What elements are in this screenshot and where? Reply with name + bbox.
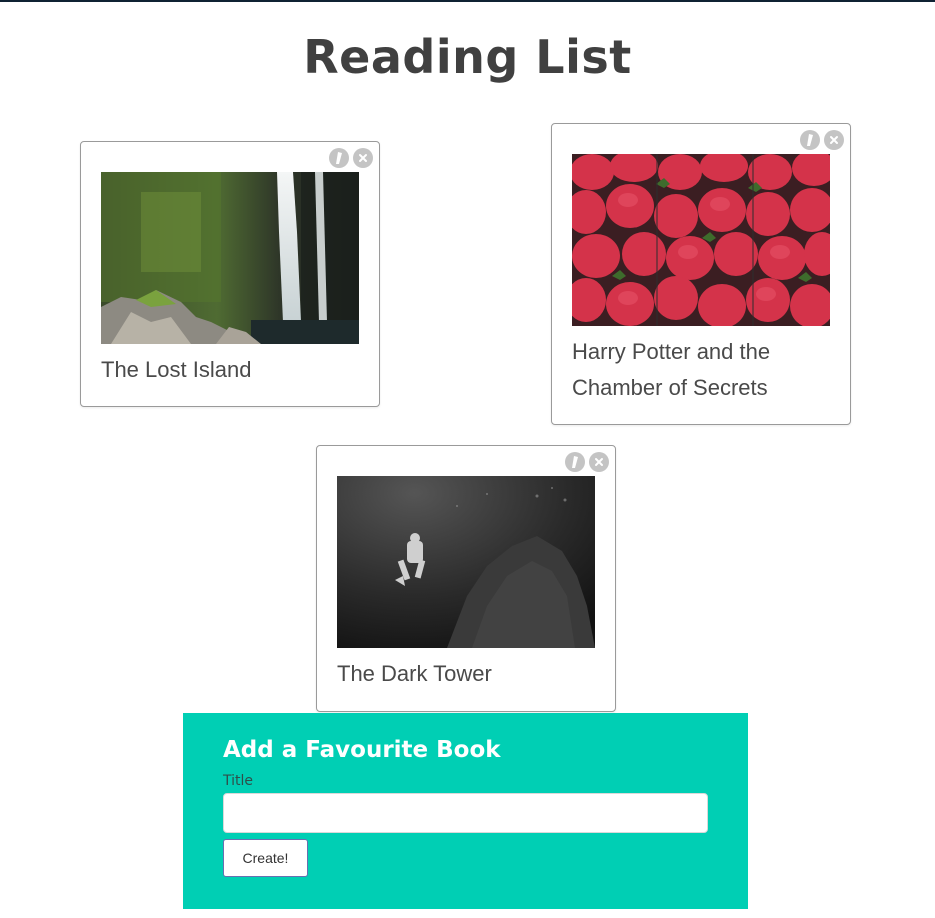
book-title: The Dark Tower bbox=[337, 661, 492, 686]
close-icon bbox=[830, 136, 838, 144]
book-card: The Dark Tower bbox=[316, 445, 616, 712]
form-heading: Add a Favourite Book bbox=[223, 737, 501, 763]
pencil-icon bbox=[807, 134, 813, 146]
book-cover-image bbox=[337, 476, 595, 648]
pencil-icon bbox=[572, 456, 578, 468]
pencil-icon bbox=[336, 152, 342, 164]
close-icon bbox=[595, 458, 603, 466]
strawberries-photo bbox=[572, 154, 830, 326]
page-title: Reading List bbox=[303, 30, 632, 84]
card-actions bbox=[565, 452, 609, 472]
card-actions bbox=[329, 148, 373, 168]
add-book-form: Add a Favourite Book Title Create! bbox=[183, 713, 748, 909]
create-button[interactable]: Create! bbox=[223, 839, 308, 877]
delete-button[interactable] bbox=[353, 148, 373, 168]
book-cover-image bbox=[572, 154, 830, 326]
edit-button[interactable] bbox=[800, 130, 820, 150]
book-cover-image bbox=[101, 172, 359, 344]
delete-button[interactable] bbox=[824, 130, 844, 150]
title-input[interactable] bbox=[223, 793, 708, 833]
title-label: Title bbox=[223, 773, 254, 789]
delete-button[interactable] bbox=[589, 452, 609, 472]
card-actions bbox=[800, 130, 844, 150]
close-icon bbox=[359, 154, 367, 162]
book-title: Harry Potter and the Chamber of Secrets bbox=[572, 339, 771, 400]
waterfall-photo bbox=[101, 172, 359, 344]
diver-photo bbox=[337, 476, 595, 648]
top-border bbox=[0, 0, 935, 2]
edit-button[interactable] bbox=[565, 452, 585, 472]
book-card: Harry Potter and the Chamber of Secrets bbox=[551, 123, 851, 425]
book-title: The Lost Island bbox=[101, 357, 252, 382]
book-card: The Lost Island bbox=[80, 141, 380, 407]
edit-button[interactable] bbox=[329, 148, 349, 168]
